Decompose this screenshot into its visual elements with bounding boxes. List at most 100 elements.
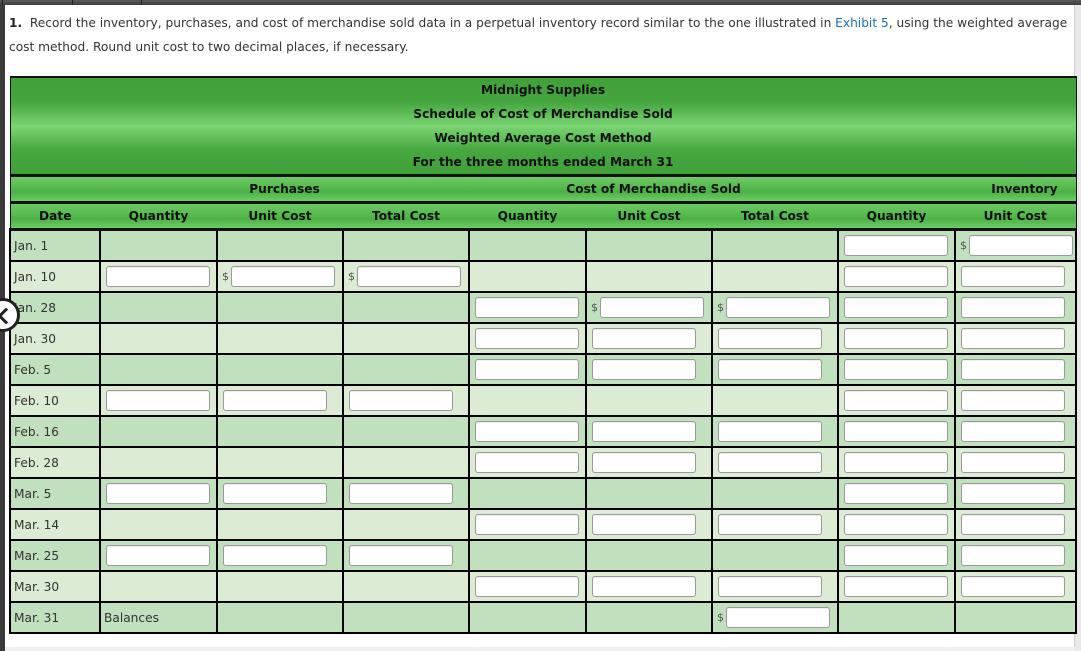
- cms-unit-cost-input[interactable]: [592, 328, 696, 349]
- cms-quantity-input[interactable]: [475, 359, 579, 380]
- inventory-unit-cost-input[interactable]: [961, 483, 1065, 504]
- cell-inventory-quantity: [837, 322, 956, 355]
- purchases-quantity-input[interactable]: [106, 483, 210, 504]
- inventory-quantity-input[interactable]: [844, 297, 948, 318]
- exhibit-link[interactable]: Exhibit 5: [835, 16, 889, 30]
- row-date: Mar. 14: [9, 508, 101, 541]
- input-wrapper: [470, 572, 585, 601]
- cell-inventory-unit-cost: [953, 291, 1078, 324]
- table-row: Mar. 31 Balances $: [9, 601, 1078, 634]
- purchases-total-cost-input[interactable]: [349, 390, 453, 411]
- purchases-total-cost-input[interactable]: [349, 483, 453, 504]
- cell-cms-total-cost: [711, 228, 839, 262]
- cms-total-cost-input[interactable]: [718, 514, 822, 535]
- inventory-quantity-input[interactable]: [844, 545, 948, 566]
- purchases-unit-cost-input[interactable]: [223, 545, 327, 566]
- inventory-unit-cost-input[interactable]: [961, 576, 1065, 597]
- cell-purchases-unit-cost: [216, 353, 344, 386]
- col-cms-total-cost: Total Cost: [712, 201, 838, 231]
- inventory-unit-cost-input[interactable]: [961, 545, 1065, 566]
- inventory-quantity-input[interactable]: [844, 390, 948, 411]
- cell-purchases-unit-cost: [216, 384, 344, 417]
- cms-total-cost-input[interactable]: [718, 452, 822, 473]
- inventory-quantity-input[interactable]: [844, 359, 948, 380]
- cms-unit-cost-input[interactable]: [592, 359, 696, 380]
- inventory-unit-cost-input[interactable]: [961, 297, 1065, 318]
- cell-cms-unit-cost: [585, 477, 713, 510]
- cell-inventory-unit-cost: [953, 477, 1078, 510]
- cell-purchases-total-cost: [342, 446, 470, 479]
- col-date: Date: [9, 201, 100, 231]
- input-wrapper: [839, 262, 954, 291]
- cms-quantity-input[interactable]: [475, 576, 579, 597]
- inventory-quantity-input[interactable]: [844, 421, 948, 442]
- input-wrapper: [470, 510, 585, 539]
- cms-total-cost-input[interactable]: [718, 576, 822, 597]
- cell-cms-total-cost: [711, 260, 839, 293]
- cell-cms-total-cost: [711, 477, 839, 510]
- inventory-quantity-input[interactable]: [844, 452, 948, 473]
- cell-cms-quantity: [468, 539, 587, 572]
- input-wrapper: $: [218, 262, 342, 291]
- inventory-unit-cost-input[interactable]: [969, 235, 1073, 256]
- input-wrapper: [839, 510, 954, 539]
- purchases-unit-cost-input[interactable]: [223, 390, 327, 411]
- input-wrapper: [956, 262, 1075, 291]
- cms-total-cost-input[interactable]: [718, 359, 822, 380]
- inventory-unit-cost-input[interactable]: [961, 514, 1065, 535]
- row-date: Feb. 28: [9, 446, 101, 479]
- cell-cms-total-cost: [711, 322, 839, 355]
- purchases-unit-cost-input[interactable]: [223, 483, 327, 504]
- purchases-total-cost-input[interactable]: [357, 266, 461, 287]
- input-wrapper: [470, 293, 585, 322]
- cms-quantity-input[interactable]: [475, 297, 579, 318]
- cms-total-cost-input[interactable]: [718, 421, 822, 442]
- purchases-total-cost-input[interactable]: [349, 545, 453, 566]
- inventory-unit-cost-input[interactable]: [961, 390, 1065, 411]
- inventory-unit-cost-input[interactable]: [961, 266, 1065, 287]
- cms-unit-cost-input[interactable]: [592, 452, 696, 473]
- inventory-quantity-input[interactable]: [844, 483, 948, 504]
- table-row: Feb. 16: [9, 415, 1078, 448]
- cms-unit-cost-input[interactable]: [592, 421, 696, 442]
- cell-purchases-unit-cost: [216, 570, 344, 603]
- input-wrapper: [956, 479, 1075, 508]
- input-wrapper: [839, 293, 954, 322]
- cms-unit-cost-input[interactable]: [600, 297, 704, 318]
- inventory-quantity-input[interactable]: [844, 266, 948, 287]
- input-wrapper: [587, 448, 711, 477]
- costing-method: Weighted Average Cost Method: [434, 131, 652, 145]
- cms-quantity-input[interactable]: [475, 328, 579, 349]
- inventory-unit-cost-input[interactable]: [961, 421, 1065, 442]
- input-wrapper: [218, 479, 342, 508]
- inventory-unit-cost-input[interactable]: [961, 328, 1065, 349]
- cms-total-cost-input[interactable]: [718, 328, 822, 349]
- inventory-quantity-input[interactable]: [844, 514, 948, 535]
- input-wrapper: [344, 386, 468, 415]
- purchases-quantity-input[interactable]: [106, 390, 210, 411]
- input-wrapper: $: [344, 262, 468, 291]
- cell-purchases-quantity: [99, 260, 218, 293]
- inventory-quantity-input[interactable]: [844, 576, 948, 597]
- cms-quantity-input[interactable]: [475, 452, 579, 473]
- schedule-title: Schedule of Cost of Merchandise Sold: [413, 107, 673, 121]
- cms-quantity-input[interactable]: [475, 514, 579, 535]
- inventory-unit-cost-input[interactable]: [961, 452, 1065, 473]
- purchases-quantity-input[interactable]: [106, 545, 210, 566]
- cms-unit-cost-input[interactable]: [592, 514, 696, 535]
- cell-cms-quantity: [468, 601, 587, 634]
- purchases-quantity-input[interactable]: [106, 266, 210, 287]
- col-inventory-unit-cost: Unit Cost: [955, 201, 1077, 231]
- inventory-unit-cost-input[interactable]: [961, 359, 1065, 380]
- cell-inventory-unit-cost: $: [953, 228, 1078, 262]
- cell-purchases-unit-cost: [216, 601, 344, 634]
- purchases-unit-cost-input[interactable]: [231, 266, 335, 287]
- cms-total-cost-input[interactable]: [726, 297, 830, 318]
- row-date: Feb. 10: [9, 384, 101, 417]
- inventory-quantity-input[interactable]: [844, 328, 948, 349]
- cms-unit-cost-input[interactable]: [592, 576, 696, 597]
- dollar-sign: $: [717, 301, 724, 314]
- cms-quantity-input[interactable]: [475, 421, 579, 442]
- cms-total-cost-input[interactable]: [726, 607, 830, 628]
- inventory-quantity-input[interactable]: [844, 235, 948, 256]
